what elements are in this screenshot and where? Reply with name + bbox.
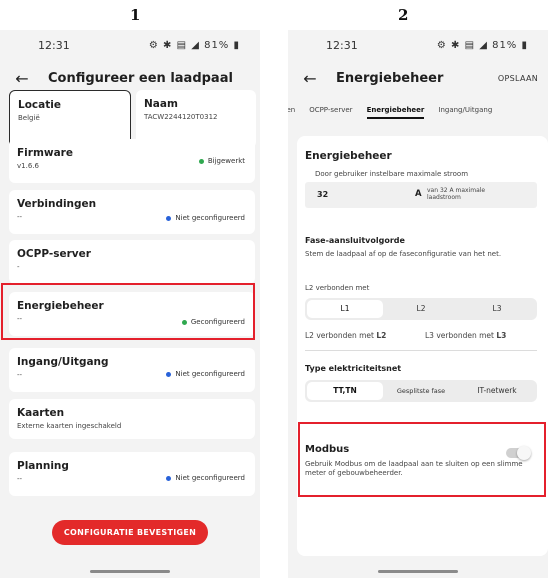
status-dot-icon	[166, 215, 172, 221]
status-badge: Niet geconfigureerd	[166, 370, 245, 378]
card-sub: Externe kaarten ingeschakeld	[17, 422, 122, 430]
name-value: TACW2244120T0312	[144, 113, 218, 121]
grid-option-tt-tn[interactable]: TT,TN	[307, 382, 383, 400]
step-number-1: 1	[130, 6, 141, 24]
home-indicator	[90, 570, 170, 573]
grid-option-split-phase[interactable]: Gesplitste fase	[383, 382, 459, 400]
firmware-card[interactable]: Firmware v1.6.6 Bijgewerkt	[9, 139, 255, 183]
tab-general[interactable]: gen	[288, 106, 295, 114]
location-title: Locatie	[18, 99, 61, 111]
battery-level: 81%	[492, 39, 518, 51]
phase-order-description: Stem de laadpaal af op de faseconfigurat…	[305, 250, 502, 258]
max-current-field[interactable]: 32 A van 32 A maximale laadstroom	[305, 182, 537, 208]
input-output-card[interactable]: Ingang/Uitgang -- Niet geconfigureerd	[9, 348, 255, 392]
grid-type-selector: TT,TN Gesplitste fase IT-netwerk	[305, 380, 537, 402]
l3-connected-summary: L3 verbonden met L3	[425, 331, 507, 340]
confirm-configuration-button[interactable]: CONFIGURATIE BEVESTIGEN	[52, 520, 208, 545]
highlight-modbus	[298, 422, 546, 497]
step-number-2: 2	[398, 6, 409, 24]
card-title: Ingang/Uitgang	[17, 356, 109, 368]
phase-option-l2[interactable]: L2	[383, 300, 459, 318]
status-bar: 12:31 ⚙ ✱ ▤ ◢ 81% ▮	[288, 30, 548, 60]
max-current-hint: van 32 A maximale laadstroom	[427, 187, 486, 201]
phone-screen-energy: 12:31 ⚙ ✱ ▤ ◢ 81% ▮ ← Energiebeheer OPSL…	[288, 30, 548, 578]
ocpp-server-card[interactable]: OCPP-server -	[9, 240, 255, 284]
phase-order-title: Fase-aansluitvolgorde	[305, 236, 405, 245]
highlight-energy-management	[1, 283, 255, 340]
status-dot-icon	[198, 158, 204, 164]
l2-connected-summary: L2 verbonden met L2	[305, 331, 387, 340]
status-time: 12:31	[326, 38, 358, 52]
status-dot-icon	[166, 371, 172, 377]
phone-screen-configure: 12:31 ⚙ ✱ ▤ ◢ 81% ▮ ← Configureer een la…	[0, 30, 260, 578]
location-value: België	[18, 114, 40, 122]
max-current-value: 32	[317, 190, 329, 199]
status-badge: Niet geconfigureerd	[166, 474, 245, 482]
status-dot-icon	[166, 475, 172, 481]
card-title: Verbindingen	[17, 198, 97, 210]
status-time: 12:31	[38, 38, 70, 52]
tab-bar: gen OCPP-server Energiebeheer Ingang/Uit…	[288, 96, 548, 124]
status-badge: Bijgewerkt	[198, 157, 245, 165]
app-bar: ← Energiebeheer OPSLAAN	[288, 60, 548, 96]
status-icons: ⚙ ✱ ▤ ◢ 81% ▮	[436, 39, 528, 51]
phase-option-l1[interactable]: L1	[307, 300, 383, 318]
name-title: Naam	[144, 98, 178, 110]
divider	[305, 350, 537, 351]
save-button[interactable]: OPSLAAN	[498, 74, 538, 83]
card-title: OCPP-server	[17, 248, 91, 260]
unit-label: A	[415, 189, 422, 199]
back-arrow-icon[interactable]: ←	[10, 69, 34, 88]
section-title: Energiebeheer	[305, 150, 392, 162]
grid-option-it-network[interactable]: IT-netwerk	[459, 382, 535, 400]
back-arrow-icon[interactable]: ←	[298, 69, 322, 88]
status-icons: ⚙ ✱ ▤ ◢ 81% ▮	[148, 39, 240, 51]
tab-energy-management[interactable]: Energiebeheer	[366, 106, 424, 119]
card-title: Planning	[17, 460, 69, 472]
status-bar: 12:31 ⚙ ✱ ▤ ◢ 81% ▮	[0, 30, 260, 60]
cards-card[interactable]: Kaarten Externe kaarten ingeschakeld	[9, 399, 255, 439]
max-current-label: Door gebruiker instelbare maximale stroo…	[315, 170, 469, 178]
card-sub: -	[17, 263, 20, 271]
l2-connected-label: L2 verbonden met	[305, 284, 370, 292]
planning-card[interactable]: Planning -- Niet geconfigureerd	[9, 452, 255, 496]
battery-level: 81%	[204, 39, 230, 51]
tab-ocpp-server[interactable]: OCPP-server	[309, 106, 352, 114]
phase-option-l3[interactable]: L3	[459, 300, 535, 318]
status-badge: Niet geconfigureerd	[166, 214, 245, 222]
grid-type-title: Type elektriciteitsnet	[305, 364, 402, 373]
home-indicator	[378, 570, 458, 573]
phase-selector: L1 L2 L3	[305, 298, 537, 320]
connections-card[interactable]: Verbindingen -- Niet geconfigureerd	[9, 190, 255, 234]
page-title: Configureer een laadpaal	[48, 70, 233, 86]
card-title: Kaarten	[17, 407, 65, 419]
tab-input-output[interactable]: Ingang/Uitgang	[438, 106, 492, 114]
page-title: Energiebeheer	[336, 70, 444, 86]
